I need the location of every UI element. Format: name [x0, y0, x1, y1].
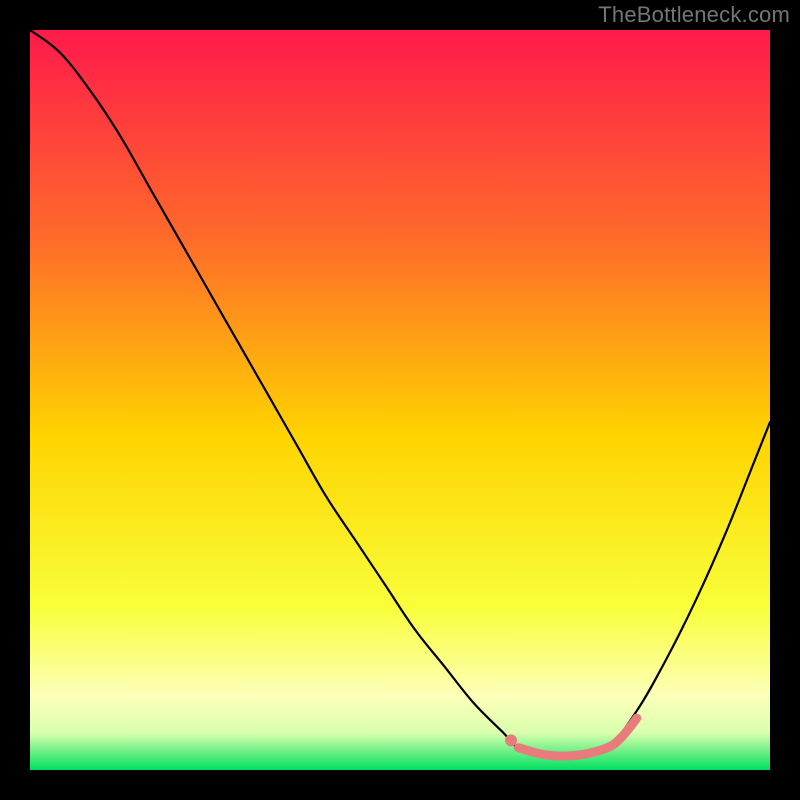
chart-svg: [30, 30, 770, 770]
chart-frame: TheBottleneck.com: [0, 0, 800, 800]
watermark-text: TheBottleneck.com: [598, 2, 790, 28]
plot-area: [30, 30, 770, 770]
highlight-dot: [505, 734, 517, 746]
gradient-background: [30, 30, 770, 770]
